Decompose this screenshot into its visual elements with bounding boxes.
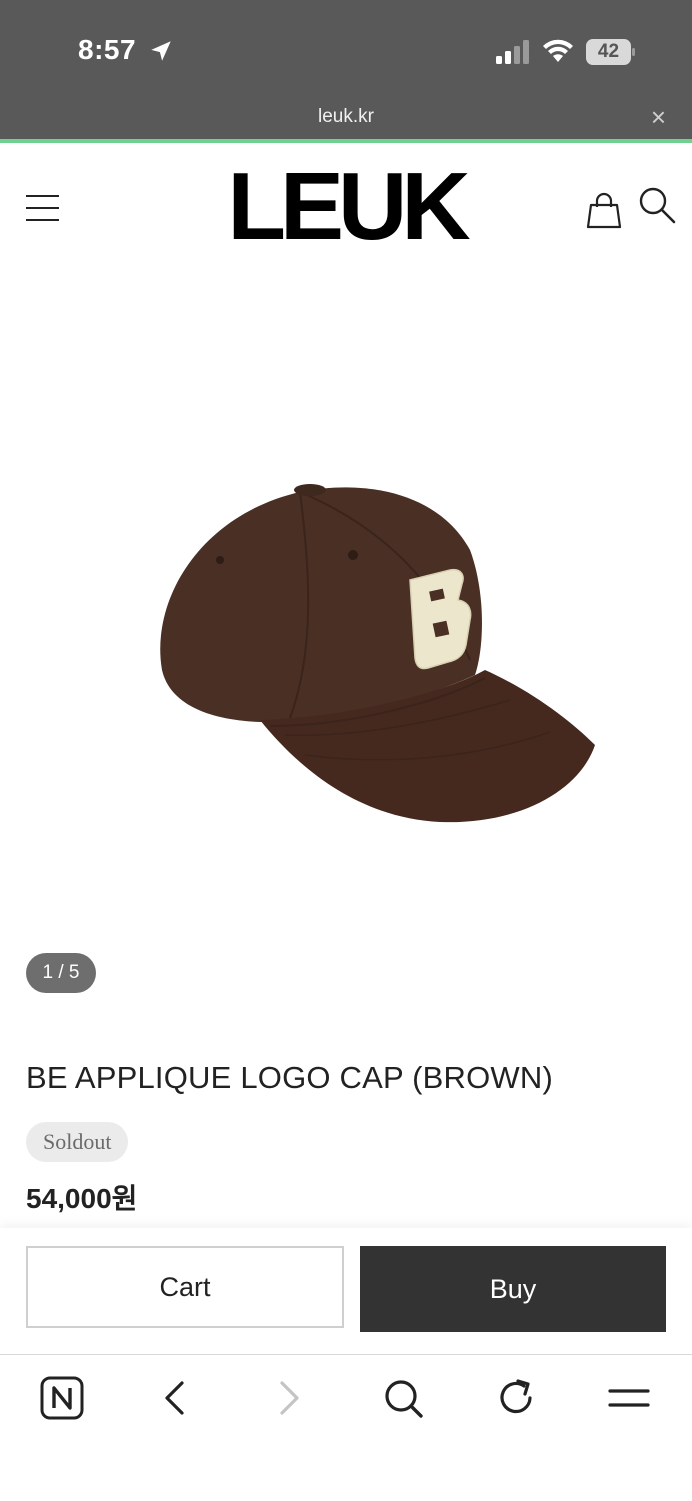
close-icon[interactable]: × [651,104,666,130]
search-icon[interactable] [637,185,677,225]
wifi-icon [543,39,573,62]
url-text[interactable]: leuk.kr [0,106,692,128]
buy-button[interactable]: Buy [360,1246,666,1332]
product-title: BE APPLIQUE LOGO CAP (BROWN) [26,1060,553,1095]
shopping-bag-icon[interactable] [585,191,623,229]
cap-illustration [160,484,595,823]
product-price: 54,000원 [26,1183,138,1214]
refresh-icon[interactable] [493,1375,539,1421]
image-counter: 1 / 5 [26,953,96,993]
browser-toolbar [0,1354,692,1501]
menu-icon[interactable] [606,1375,652,1421]
status-time: 8:57 [78,34,137,65]
status-badge: Soldout [26,1122,129,1162]
back-icon[interactable] [152,1375,198,1421]
site-header: LEUK [0,143,692,268]
cart-button[interactable]: Cart [26,1246,344,1328]
browser-url-bar[interactable]: leuk.kr × [0,100,692,139]
product-image[interactable] [140,470,610,840]
naver-home-icon[interactable] [39,1375,85,1421]
signal-icon [496,40,529,64]
battery-icon: 42 [586,39,636,65]
search-icon[interactable] [380,1375,426,1421]
forward-icon [280,1381,299,1415]
purchase-bar: Cart Buy [0,1228,692,1354]
location-arrow-icon [151,41,171,61]
battery-level: 42 [597,41,620,62]
status-bar: 8:57 42 [0,0,692,100]
